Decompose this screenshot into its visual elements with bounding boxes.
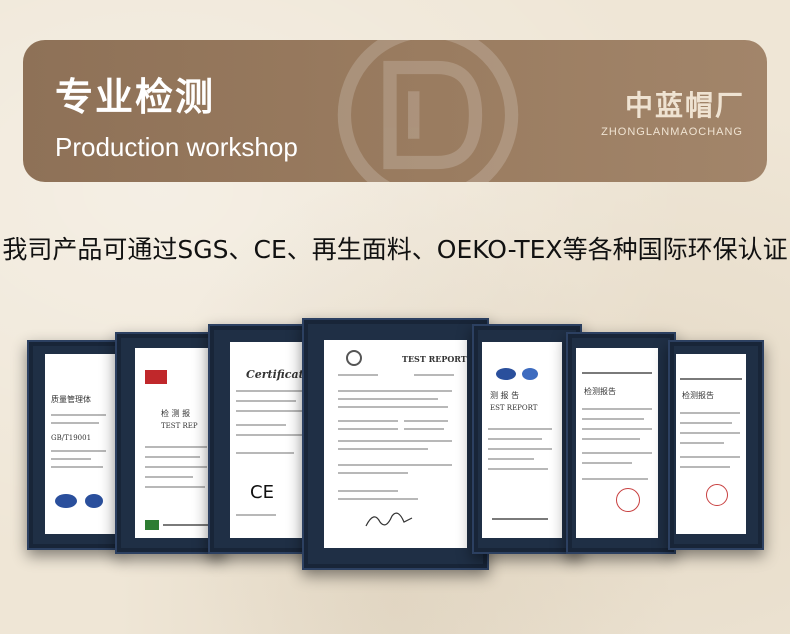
report-title: 测 报 告: [490, 391, 520, 400]
certificate-document: 测 报 告 EST REPORT: [482, 342, 562, 538]
certificate-document: 检测报告: [576, 348, 658, 538]
header-banner: 专业检测 Production workshop 中蓝帽厂 ZHONGLANMA…: [23, 40, 767, 182]
report-subtitle: EST REPORT: [490, 404, 538, 412]
logo-watermark-icon: [337, 40, 519, 182]
report-title: TEST REPORT: [402, 354, 467, 364]
cnas-logo-icon: [496, 368, 516, 380]
brand-name-en: ZHONGLANMAOCHANG: [601, 126, 743, 138]
certification-headline: 我司产品可通过SGS、CE、再生面料、OEKO-TEX等各种国际环保认证: [2, 235, 788, 264]
certificate-frame-7: 检测报告: [668, 340, 764, 550]
certificate-frame-4: TEST REPORT: [302, 318, 489, 570]
cma-logo-icon: [145, 370, 167, 384]
banner-title: 专业检测: [55, 75, 216, 119]
certificate-subtitle: TEST REP: [161, 422, 198, 430]
ce-mark-icon: CE: [250, 482, 274, 503]
certificate-document: 检 测 报 TEST REP: [135, 348, 217, 538]
certificate-document: Certificate o CE: [230, 342, 310, 538]
official-stamp-icon: [706, 484, 728, 506]
certificate-document: 检测报告: [676, 354, 746, 534]
brand-name-cn: 中蓝帽厂: [624, 89, 745, 122]
official-stamp-icon: [616, 488, 640, 512]
bureau-veritas-logo-icon: [346, 350, 362, 366]
ilac-logo-icon: [522, 368, 538, 380]
certificate-standard: GB/T19001: [51, 434, 92, 442]
lab-logo-icon: [145, 520, 159, 530]
cert-logo-icon: [85, 494, 103, 508]
certificate-title: 质量管理体: [51, 395, 91, 404]
report-title: 检测报告: [584, 387, 616, 396]
certificate-gallery: 质量管理体 GB/T19001 检 测 报 TEST REP Certifica…: [0, 290, 790, 590]
certificate-title: Certificate o: [246, 368, 310, 381]
report-title: 检测报告: [682, 391, 714, 400]
certificate-document: TEST REPORT: [324, 340, 467, 548]
certificate-frame-6: 检测报告: [566, 332, 676, 554]
cert-logo-icon: [55, 494, 77, 508]
certificate-title: 检 测 报: [161, 409, 191, 418]
certificate-frame-1: 质量管理体 GB/T19001: [27, 340, 122, 550]
banner-subtitle: Production workshop: [55, 132, 298, 162]
certificate-document: 质量管理体 GB/T19001: [45, 354, 115, 534]
signature-icon: [365, 512, 413, 527]
